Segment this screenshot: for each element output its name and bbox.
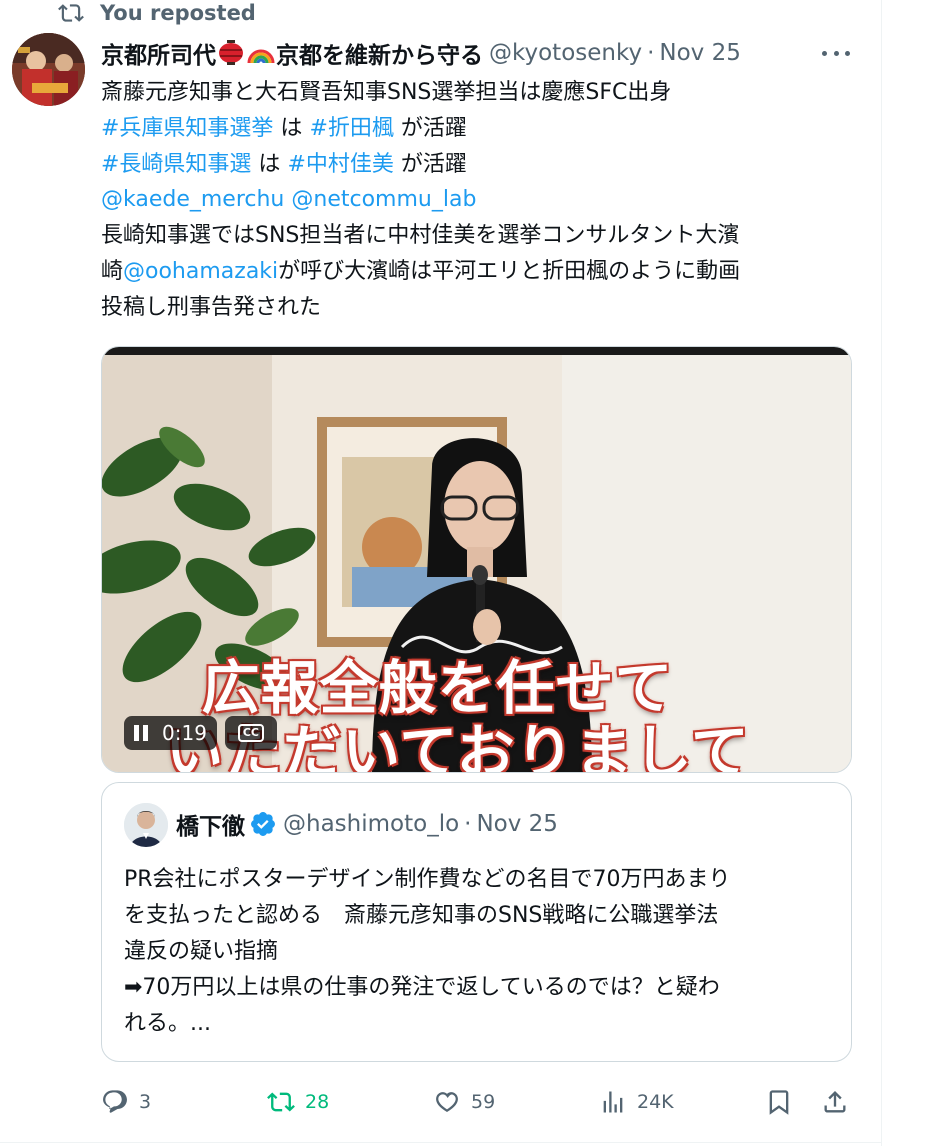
- tweet-line: 斎藤元彦知事と大石賢吾知事SNS選挙担当は慶應SFC出身: [101, 80, 672, 105]
- tweet-line: @kaede_merchu @netcommu_lab: [101, 182, 861, 218]
- mention-link[interactable]: @kaede_merchu: [101, 187, 284, 212]
- views-chart-icon: [603, 1091, 623, 1113]
- like-count: 59: [471, 1091, 496, 1113]
- quoted-handle[interactable]: @hashimoto_lo: [283, 811, 459, 837]
- tweet-date[interactable]: Nov 25: [659, 40, 740, 66]
- quoted-author-name[interactable]: 橋下徹: [176, 807, 245, 841]
- bookmark-icon: [769, 1090, 789, 1115]
- more-options-icon[interactable]: [818, 40, 854, 66]
- quoted-author-avatar: [124, 803, 168, 847]
- quoted-header: 橋下徹 @hashimoto_lo · Nov 25: [176, 807, 558, 841]
- repost-banner[interactable]: You reposted: [58, 0, 256, 26]
- repost-icon: [267, 1092, 295, 1112]
- tweet-header: 京都所司代 京都を維新から守る @kyotosenky · Nov 25: [101, 34, 741, 72]
- author-name-suffix[interactable]: 京都を維新から守る: [276, 36, 483, 70]
- rainbow-emoji: [247, 49, 275, 64]
- quoted-body: PR会社にポスターデザイン制作費などの名目で70万円あまり を支払ったと認める …: [124, 862, 834, 1042]
- quoted-line: 違反の疑い指摘: [124, 939, 279, 964]
- meta-separator: ·: [464, 811, 472, 837]
- tweet-text: が活躍: [393, 115, 467, 141]
- tweet-line: 投稿し刑事告発された: [101, 294, 322, 320]
- video-time: 0:19: [162, 721, 207, 745]
- play-pause-button[interactable]: 0:19: [124, 716, 217, 750]
- share-button[interactable]: [821, 1082, 859, 1122]
- reply-button[interactable]: 3: [101, 1082, 151, 1122]
- quoted-line: PR会社にポスターデザイン制作費などの名目で70万円あまり: [124, 867, 731, 892]
- tweet-text: は: [273, 115, 310, 141]
- author-name[interactable]: 京都所司代: [101, 36, 216, 70]
- repost-banner-label: You reposted: [100, 1, 256, 25]
- tweet-line: #兵庫県知事選挙 は #折田楓 が活躍: [101, 111, 861, 147]
- quoted-line: ➡70万円以上は県の仕事の発注で返しているのでは？と疑わ: [124, 975, 720, 1000]
- bookmark-button[interactable]: [765, 1082, 803, 1122]
- tweet-text: 崎: [101, 258, 124, 284]
- captions-button[interactable]: CC: [224, 716, 277, 750]
- tweet-line: #長崎県知事選 は #中村佳美 が活躍: [101, 147, 861, 183]
- like-button[interactable]: 59: [433, 1082, 495, 1122]
- tweet-separator: [0, 1142, 881, 1143]
- repost-icon: [58, 4, 84, 22]
- mention-link[interactable]: @oohamazaki: [123, 259, 278, 284]
- views-button[interactable]: 24K: [599, 1082, 674, 1122]
- mention-link[interactable]: @netcommu_lab: [291, 187, 476, 212]
- meta-separator: ·: [647, 40, 655, 66]
- verified-badge-icon: [251, 812, 275, 836]
- tweet-text: が呼び大濱崎は平河エリと折田楓のように動画: [278, 258, 741, 284]
- repost-count: 28: [305, 1091, 330, 1113]
- tweet-text: が活躍: [393, 151, 467, 177]
- video-controls: 0:19 CC: [124, 715, 277, 751]
- red-lantern-emoji: [219, 40, 243, 65]
- tweet-line: 長崎知事選ではSNS担当者に中村佳美を選挙コンサルタント大濱: [101, 223, 740, 249]
- reply-icon: [103, 1090, 127, 1113]
- share-icon: [824, 1091, 846, 1113]
- tweet-text: は: [251, 151, 288, 177]
- quoted-line: を支払ったと認める 斎藤元彦知事のSNS戦略に公職選挙法: [124, 903, 719, 928]
- heart-icon: [436, 1092, 458, 1113]
- hashtag-link[interactable]: #長崎県知事選: [101, 152, 251, 177]
- action-bar: 3 28 59 24K: [101, 1082, 861, 1122]
- pause-icon: [134, 725, 148, 741]
- video-player[interactable]: 広報全般を任せて いただいておりまして 0:19 CC: [101, 346, 852, 773]
- tweet-line: 崎@oohamazakiが呼び大濱崎は平河エリと折田楓のように動画: [101, 254, 861, 290]
- tweet-body: 斎藤元彦知事と大石賢吾知事SNS選挙担当は慶應SFC出身 #兵庫県知事選挙 は …: [101, 75, 861, 326]
- author-handle[interactable]: @kyotosenky: [489, 40, 642, 66]
- column-divider: [881, 0, 882, 1146]
- quoted-date[interactable]: Nov 25: [476, 811, 557, 837]
- hashtag-link[interactable]: #折田楓: [309, 116, 393, 141]
- quoted-line: れる。...: [124, 1011, 211, 1036]
- views-count: 24K: [637, 1091, 674, 1113]
- reply-count: 3: [139, 1091, 152, 1113]
- quoted-tweet[interactable]: 橋下徹 @hashimoto_lo · Nov 25 PR会社にポスターデザイン…: [101, 782, 852, 1062]
- repost-button[interactable]: 28: [267, 1082, 329, 1122]
- cc-icon: CC: [237, 724, 264, 742]
- hashtag-link[interactable]: #兵庫県知事選挙: [101, 116, 273, 141]
- hashtag-link[interactable]: #中村佳美: [287, 152, 393, 177]
- author-avatar[interactable]: [12, 33, 85, 106]
